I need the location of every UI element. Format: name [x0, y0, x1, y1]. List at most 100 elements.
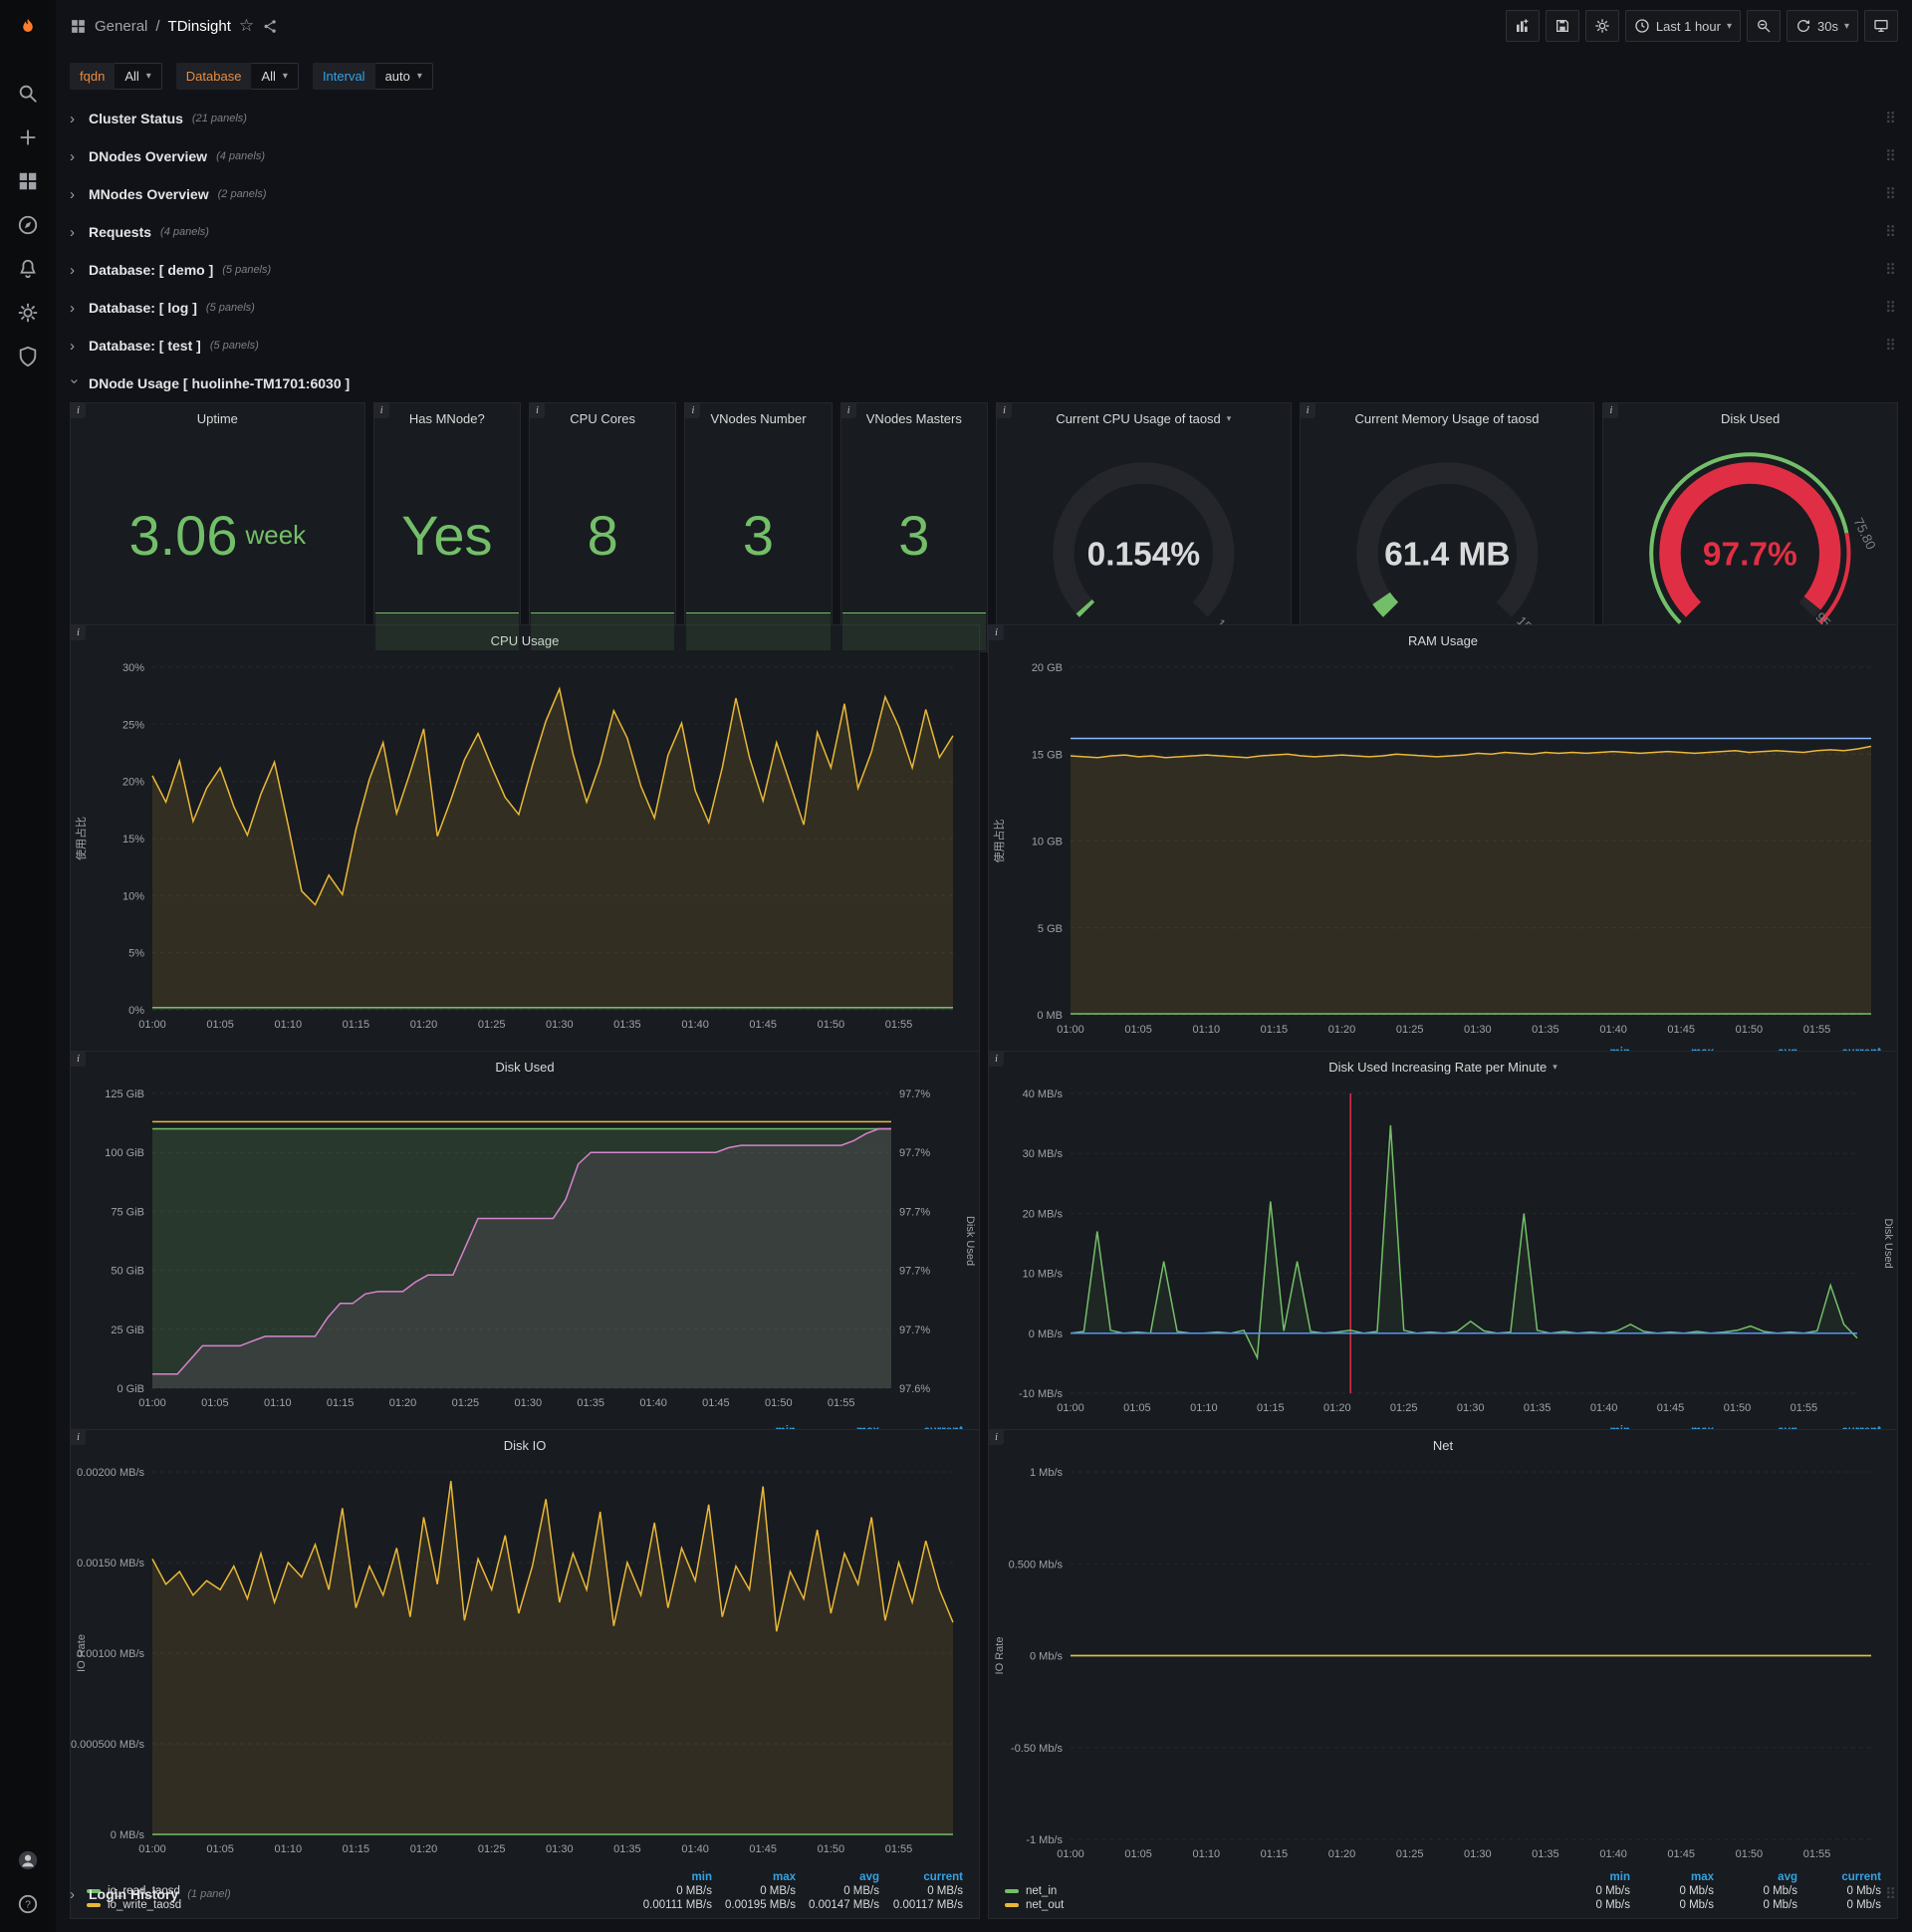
row-login-history[interactable]: › Login History (1 panel) ⠿	[70, 1877, 1898, 1911]
zoom-out-button[interactable]	[1747, 10, 1781, 42]
svg-text:01:00: 01:00	[138, 1019, 166, 1031]
panel-title[interactable]: VNodes Number	[685, 403, 831, 433]
svg-text:01:40: 01:40	[1599, 1024, 1627, 1036]
refresh-button[interactable]: 30s ▾	[1787, 10, 1858, 42]
server-admin-shield-icon[interactable]	[6, 335, 50, 378]
share-icon[interactable]	[262, 18, 279, 35]
drag-handle[interactable]: ⠿	[1885, 223, 1896, 241]
panel-title[interactable]: Disk Used Increasing Rate per Minute ▾	[989, 1052, 1897, 1082]
drag-handle[interactable]: ⠿	[1885, 299, 1896, 317]
panel-title[interactable]: Net	[989, 1430, 1897, 1460]
drag-handle[interactable]: ⠿	[1885, 147, 1896, 165]
row-dnodes-overview[interactable]: › DNodes Overview (4 panels) ⠿	[70, 139, 1898, 173]
row-database-demo[interactable]: › Database: [ demo ] (5 panels) ⠿	[70, 253, 1898, 287]
chevron-right-icon: ›	[70, 1885, 75, 1903]
svg-text:97.7%: 97.7%	[899, 1206, 930, 1218]
info-icon[interactable]: i	[71, 625, 86, 640]
row-database-log[interactable]: › Database: [ log ] (5 panels) ⠿	[70, 291, 1898, 325]
search-icon[interactable]	[6, 72, 50, 116]
row-database-test[interactable]: › Database: [ test ] (5 panels) ⠿	[70, 329, 1898, 362]
user-avatar[interactable]	[6, 1838, 50, 1882]
drag-handle[interactable]: ⠿	[1885, 337, 1896, 355]
panel-vnodes-number: i VNodes Number 3	[684, 402, 833, 653]
row-dnode-usage[interactable]: › DNode Usage [ huolinhe-TM1701:6030 ]	[67, 366, 1898, 400]
panel-title[interactable]: CPU Cores	[530, 403, 675, 433]
disk-used-plot[interactable]: 125 GiB 100 GiB 75 GiB 50 GiB 25 GiB 0 GiB 97.…	[71, 1082, 979, 1424]
chevron-right-icon: ›	[70, 110, 75, 127]
svg-text:01:00: 01:00	[1057, 1848, 1084, 1860]
dashboards-icon[interactable]	[6, 159, 50, 203]
panel-title[interactable]: Disk Used	[71, 1052, 979, 1082]
panel-title[interactable]: VNodes Masters	[841, 403, 987, 433]
info-icon[interactable]: i	[989, 1052, 1004, 1067]
svg-text:0.00200 MB/s: 0.00200 MB/s	[77, 1467, 144, 1479]
info-icon[interactable]: i	[529, 403, 545, 418]
svg-text:01:05: 01:05	[206, 1843, 234, 1855]
panel-title[interactable]: Disk IO	[71, 1430, 979, 1460]
explore-compass-icon[interactable]	[6, 203, 50, 247]
breadcrumb-section[interactable]: General	[95, 18, 147, 35]
row-requests[interactable]: › Requests (4 panels) ⠿	[70, 215, 1898, 249]
row-panel-count: (21 panels)	[191, 113, 247, 124]
net-plot[interactable]: 1 Mb/s 0.500 Mb/s 0 Mb/s -0.50 Mb/s -1 Mb/s 0…	[989, 1460, 1897, 1870]
save-dashboard-button[interactable]	[1545, 10, 1579, 42]
svg-text:01:55: 01:55	[1791, 1402, 1818, 1414]
panel-title[interactable]: RAM Usage	[989, 625, 1897, 655]
panel-title[interactable]: Current CPU Usage of taosd ▾	[997, 403, 1291, 433]
main-area: General / TDinsight ☆ Last 1 hour ▾ 30s …	[56, 0, 1912, 1932]
info-icon[interactable]: i	[373, 403, 389, 418]
sidebar: ?	[0, 0, 56, 1932]
svg-text:01:45: 01:45	[702, 1397, 730, 1409]
grafana-logo[interactable]	[6, 6, 50, 50]
time-range-picker[interactable]: Last 1 hour ▾	[1624, 10, 1741, 42]
panel-title[interactable]: Disk Used	[1603, 403, 1897, 433]
svg-text:01:30: 01:30	[546, 1843, 574, 1855]
panel-title[interactable]: Uptime	[71, 403, 364, 433]
row-cluster-status[interactable]: › Cluster Status (21 panels) ⠿	[70, 102, 1898, 135]
info-icon[interactable]: i	[685, 403, 701, 418]
drag-handle[interactable]: ⠿	[1885, 185, 1896, 203]
variable-value-dropdown[interactable]: auto ▾	[374, 62, 433, 90]
drag-handle[interactable]: ⠿	[1885, 1885, 1896, 1903]
info-icon[interactable]: i	[989, 1430, 1004, 1445]
info-icon[interactable]: i	[996, 403, 1012, 418]
dashboard-settings-button[interactable]	[1584, 10, 1619, 42]
row-title: DNodes Overview	[89, 148, 208, 164]
create-plus-icon[interactable]	[6, 116, 50, 159]
row-title: Cluster Status	[89, 111, 183, 126]
variable-value-dropdown[interactable]: All ▾	[115, 62, 162, 90]
svg-text:40 MB/s: 40 MB/s	[1023, 1088, 1064, 1100]
chevron-down-icon: ▾	[282, 70, 288, 82]
drag-handle[interactable]: ⠿	[1885, 110, 1896, 127]
info-icon[interactable]: i	[1603, 403, 1619, 418]
row-mnodes-overview[interactable]: › MNodes Overview (2 panels) ⠿	[70, 177, 1898, 211]
alerting-bell-icon[interactable]	[6, 247, 50, 291]
info-icon[interactable]: i	[71, 403, 86, 418]
svg-text:01:35: 01:35	[613, 1843, 641, 1855]
variables-bar: fqdn All ▾ Database All ▾ Interval auto ▾	[56, 52, 1912, 100]
info-icon[interactable]: i	[989, 625, 1004, 640]
variable-value-dropdown[interactable]: All ▾	[251, 62, 299, 90]
configuration-gear-icon[interactable]	[6, 291, 50, 335]
svg-text:-1 Mb/s: -1 Mb/s	[1026, 1834, 1063, 1846]
svg-text:01:05: 01:05	[1124, 1848, 1152, 1860]
memory-usage-gauge: 61.4 MB01585	[1301, 433, 1594, 651]
info-icon[interactable]: i	[71, 1430, 86, 1445]
info-icon[interactable]: i	[840, 403, 856, 418]
info-icon[interactable]: i	[1300, 403, 1315, 418]
panel-title[interactable]: Current Memory Usage of taosd	[1301, 403, 1594, 433]
svg-text:-0.50 Mb/s: -0.50 Mb/s	[1011, 1743, 1063, 1755]
star-icon[interactable]: ☆	[239, 16, 254, 36]
disk-rate-plot[interactable]: 40 MB/s 30 MB/s 20 MB/s 10 MB/s 0 MB/s -10 MB…	[989, 1082, 1897, 1424]
drag-handle[interactable]: ⠿	[1885, 261, 1896, 279]
info-icon[interactable]: i	[71, 1052, 86, 1067]
clock-icon	[1635, 19, 1649, 33]
add-panel-button[interactable]	[1505, 10, 1540, 42]
kiosk-mode-button[interactable]	[1864, 10, 1898, 42]
ram-usage-plot[interactable]: 20 GB 15 GB 10 GB 5 GB 0 MB 01:00 01:05 01:10 01…	[989, 655, 1897, 1046]
help-icon[interactable]: ?	[6, 1882, 50, 1926]
panel-title[interactable]: Has MNode?	[374, 403, 520, 433]
disk-io-plot[interactable]: 0.00200 MB/s 0.00150 MB/s 0.00100 MB/s 0.00…	[71, 1460, 979, 1870]
cpu-usage-plot[interactable]: 30% 25% 20% 15% 10% 5% 0% 01:00 01:05 01:10 01:15 0…	[71, 655, 979, 1060]
breadcrumb-page-title[interactable]: TDinsight	[168, 18, 231, 35]
